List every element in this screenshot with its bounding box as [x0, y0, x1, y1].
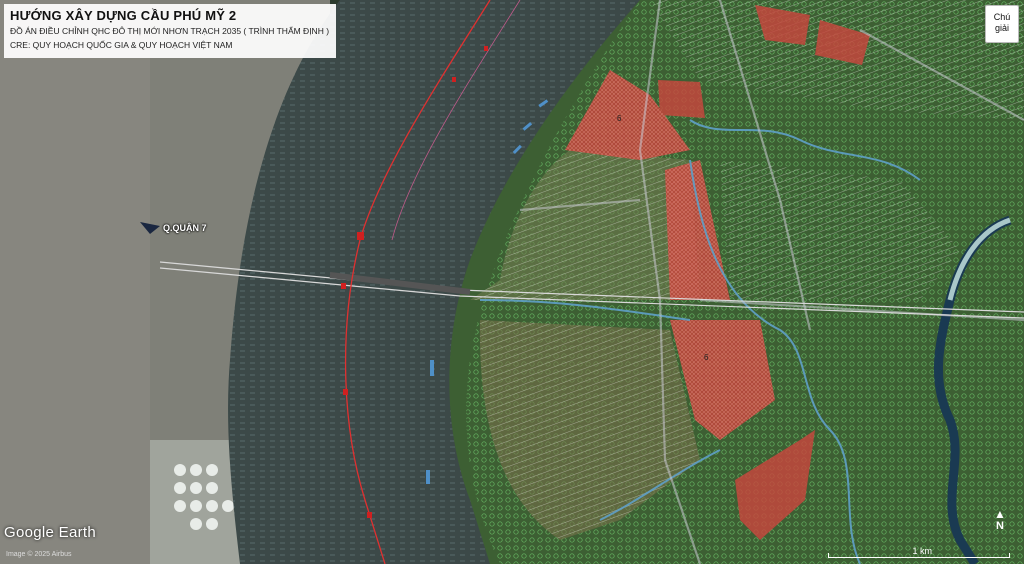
imagery-credit: Image © 2025 Airbus [6, 551, 72, 558]
west-bank-block [0, 0, 150, 564]
subtitle-line-1: ĐỒ ÁN ĐIỀU CHỈNH QHC ĐÔ THỊ MỚI NHƠN TRẠ… [10, 26, 330, 36]
scale-line [828, 557, 1010, 558]
legend-button[interactable]: Chú giải [985, 5, 1019, 43]
zone-label-a: 6 [617, 114, 622, 123]
north-indicator[interactable]: ▲ N [991, 508, 1009, 540]
subtitle-line-2: CRE: QUY HOẠCH QUỐC GIA & QUY HOẠCH VIỆT… [10, 40, 233, 50]
scale-label: 1 km [912, 546, 932, 556]
legend-button-line-1: Chú [993, 12, 1011, 22]
legend-button-line-2: giải [994, 23, 1009, 33]
scale-tick-right [1009, 553, 1010, 558]
google-earth-logo: Google Earth [4, 524, 96, 541]
scale-bar: 1 km [828, 546, 1010, 558]
zone-label-b: 6 [704, 353, 709, 362]
scale-tick-left [828, 553, 829, 558]
title-panel: HƯỚNG XÂY DỰNG CẦU PHÚ MỸ 2 ĐỒ ÁN ĐIỀU C… [4, 4, 336, 58]
page-title: HƯỚNG XÂY DỰNG CẦU PHÚ MỸ 2 [10, 8, 237, 23]
district-label: Q.QUẬN 7 [163, 223, 207, 233]
map-canvas[interactable]: 6 6 [0, 0, 1024, 564]
north-label: N [996, 520, 1004, 532]
north-arrow-icon: ▲ [994, 507, 1006, 521]
